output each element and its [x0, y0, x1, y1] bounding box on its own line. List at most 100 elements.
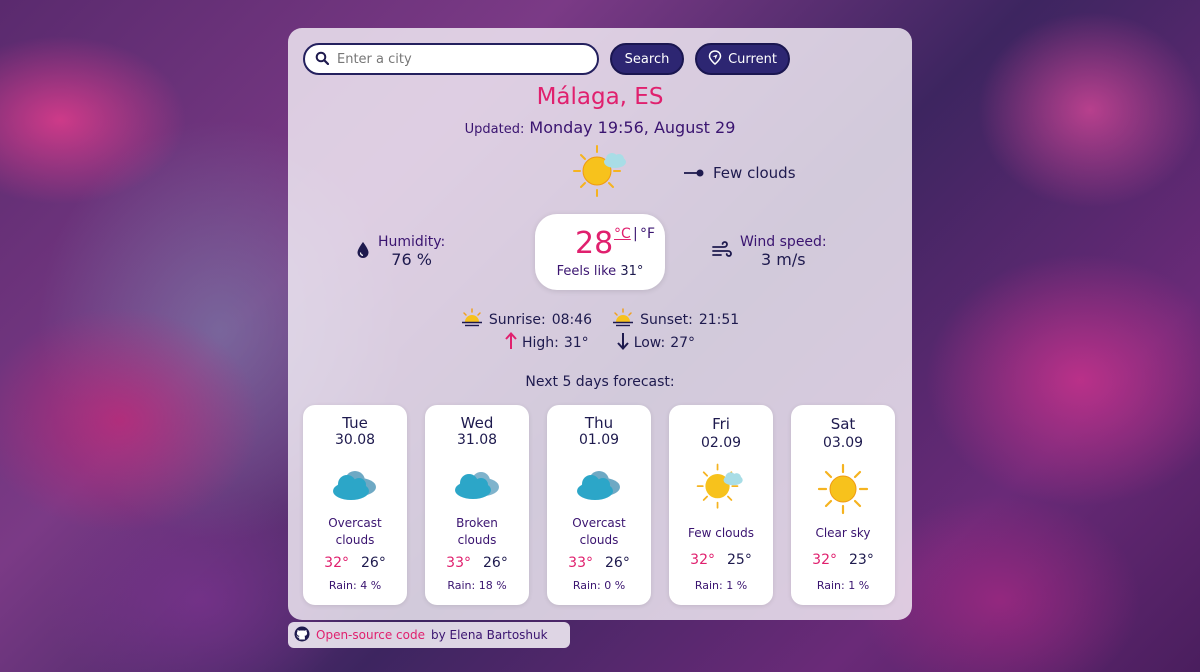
forecast-low: 26° — [483, 555, 508, 571]
forecast-rain: Rain: 4 % — [303, 579, 407, 592]
high-value: 31° — [563, 335, 589, 351]
forecast-rain-value: 1 % — [726, 579, 748, 592]
forecast-rain-value: 18 % — [478, 579, 507, 592]
forecast-desc-line1: Clear sky — [815, 526, 871, 540]
forecast-rain-value: 1 % — [848, 579, 870, 592]
forecast-day-name: Tue — [342, 414, 368, 432]
weather-description-text: Few clouds — [713, 164, 796, 182]
feels-like: Feels like 31° — [535, 264, 665, 279]
forecast-desc-line2: clouds — [579, 533, 619, 547]
temperature-value: 28 — [575, 226, 614, 261]
forecast-rain: Rain: 1 % — [669, 579, 773, 592]
forecast-day-date: 31.08 — [456, 432, 498, 448]
forecast-desc-line1: Overcast — [328, 516, 382, 530]
overcast-clouds-icon — [329, 457, 381, 509]
forecast-day-temps: 32° 26° — [303, 555, 407, 571]
feels-like-label: Feels like — [556, 264, 617, 279]
updated-line: Updated: Monday 19:56, August 29 — [288, 118, 912, 137]
forecast-rain: Rain: 1 % — [791, 579, 895, 592]
forecast-rain-label: Rain: — [816, 579, 845, 592]
pin-line-icon — [683, 164, 705, 182]
forecast-desc-line1: Broken — [456, 516, 498, 530]
forecast-day-description: Overcast clouds — [551, 515, 647, 549]
forecast-day-temps: 33° 26° — [547, 555, 651, 571]
overcast-clouds-icon — [573, 457, 625, 509]
forecast-rain-value: 4 % — [360, 579, 382, 592]
forecast-day-description: Few clouds — [673, 525, 769, 542]
city-search-input[interactable] — [335, 50, 597, 68]
sunrise: Sunrise: 08:46 — [461, 308, 592, 332]
humidity-drop-icon — [356, 241, 370, 263]
sunset: Sunset: 21:51 — [612, 308, 739, 332]
low-label: Low: — [633, 335, 666, 351]
forecast-day-description: Overcast clouds — [307, 515, 403, 549]
forecast-day-card: Thu 01.09 Overcast clouds 33° 26° Rain: 0… — [547, 405, 651, 605]
forecast-day-card: Tue 30.08 Overcast clouds 32° 26° Rain: 4… — [303, 405, 407, 605]
forecast-title: Next 5 days forecast: — [525, 374, 675, 390]
forecast-rain: Rain: 0 % — [547, 579, 651, 592]
clear-sky-icon — [817, 463, 869, 515]
updated-value: Monday 19:56, August 29 — [529, 118, 736, 137]
github-icon — [294, 626, 310, 645]
wind-label: Wind speed: — [740, 234, 827, 250]
forecast-high: 32° — [324, 555, 349, 571]
location-pin-icon — [708, 49, 722, 69]
search-row: Search Current — [303, 43, 790, 75]
forecast-rain: Rain: 18 % — [425, 579, 529, 592]
forecast-day-description: Broken clouds — [429, 515, 525, 549]
forecast-rain-label: Rain: — [328, 579, 357, 592]
sunset-icon — [612, 308, 634, 332]
forecast-desc-line1: Overcast — [572, 516, 626, 530]
city-name: Málaga, ES — [536, 84, 664, 110]
updated-label: Updated: — [464, 122, 525, 137]
forecast-high: 32° — [812, 552, 837, 568]
forecast-day-date: 02.09 — [700, 435, 742, 451]
weather-description: Few clouds — [683, 164, 796, 182]
forecast-day-card: Wed 31.08 Broken clouds 33° 26° Rain: 18 … — [425, 405, 529, 605]
sunrise-value: 08:46 — [551, 312, 593, 328]
search-button[interactable]: Search — [610, 43, 684, 75]
search-button-label: Search — [624, 51, 670, 67]
weather-card: Search Current Málaga, ES Updated: Monda… — [288, 28, 912, 620]
wind-icon — [712, 240, 732, 263]
forecast-high: 33° — [568, 555, 593, 571]
sunset-value: 21:51 — [698, 312, 740, 328]
forecast-day-temps: 33° 26° — [425, 555, 529, 571]
forecast-high: 33° — [446, 555, 471, 571]
few-clouds-icon — [571, 142, 631, 202]
sunrise-label: Sunrise: — [488, 312, 546, 328]
forecast-day-temps: 32° 25° — [669, 552, 773, 568]
forecast-day-card: Sat 03.09 Clear sky 32° 23° Rain: 1 % — [791, 405, 895, 605]
fahrenheit-link[interactable]: °F — [640, 226, 655, 242]
forecast-day-temps: 32° 23° — [791, 552, 895, 568]
forecast-day-name: Fri — [712, 415, 730, 433]
celsius-link[interactable]: °C — [614, 226, 631, 242]
high-label: High: — [521, 335, 559, 351]
forecast-day-name: Sat — [830, 415, 856, 433]
wind-block: Wind speed: 3 m/s — [712, 234, 827, 269]
search-box[interactable] — [303, 43, 599, 75]
forecast-day-date: 03.09 — [822, 435, 864, 451]
forecast-high: 32° — [690, 552, 715, 568]
arrow-down-icon — [616, 332, 629, 354]
current-location-button[interactable]: Current — [695, 43, 790, 75]
forecast-low: 25° — [727, 552, 752, 568]
arrow-up-icon — [505, 332, 517, 354]
feels-like-value: 31° — [620, 264, 644, 279]
forecast-list: Tue 30.08 Overcast clouds 32° 26° Rain: 4… — [303, 405, 895, 605]
high-low-row: High: 31° Low: 27° — [288, 332, 912, 354]
broken-clouds-icon — [451, 457, 503, 509]
sunrise-icon — [461, 308, 483, 332]
forecast-day-description: Clear sky — [795, 525, 891, 542]
forecast-rain-value: 0 % — [604, 579, 626, 592]
source-code-link[interactable]: Open-source code — [316, 628, 425, 642]
forecast-day-date: 01.09 — [578, 432, 620, 448]
author-text: by Elena Bartoshuk — [430, 628, 548, 642]
forecast-desc-line1: Few clouds — [687, 526, 754, 540]
forecast-low: 26° — [605, 555, 630, 571]
forecast-rain-label: Rain: — [572, 579, 601, 592]
current-button-label: Current — [728, 51, 777, 67]
humidity-value: 76 % — [391, 250, 432, 269]
forecast-desc-line2: clouds — [335, 533, 375, 547]
forecast-low: 23° — [849, 552, 874, 568]
